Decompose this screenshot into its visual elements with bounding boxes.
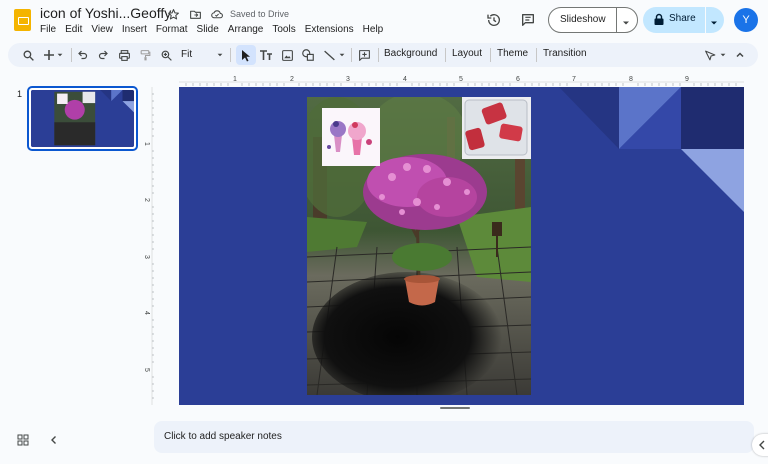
slide-thumbnail-preview	[31, 90, 134, 147]
document-title[interactable]: icon of Yoshi...Geoffy	[40, 5, 171, 21]
slide-canvas[interactable]	[179, 87, 744, 405]
move-folder-icon[interactable]	[188, 7, 202, 21]
menu-view[interactable]: View	[91, 23, 113, 36]
zoom-caret-icon[interactable]	[215, 47, 225, 63]
shape-icon[interactable]	[300, 47, 316, 63]
account-avatar[interactable]: Y	[734, 8, 758, 32]
speaker-notes-placeholder: Click to add speaker notes	[164, 431, 282, 442]
ruler-tick-label: 3	[346, 76, 350, 83]
share-divider	[705, 7, 706, 33]
menu-bar: File Edit View Insert Format Slide Arran…	[40, 23, 392, 36]
toolbar-divider	[445, 48, 446, 62]
background-button[interactable]: Background	[384, 48, 437, 59]
ruler-tick-label: 3	[143, 255, 150, 259]
toolbar-divider	[351, 48, 352, 62]
garden-photo[interactable]	[307, 97, 531, 395]
side-panel-chevron-icon	[759, 440, 765, 450]
share-button[interactable]: Share	[643, 7, 724, 33]
toolbar-divider	[71, 48, 72, 62]
add-comment-icon[interactable]	[356, 47, 372, 63]
pen-caret-icon[interactable]	[718, 47, 728, 63]
select-cursor-icon[interactable]	[238, 47, 254, 63]
toolbar-divider	[378, 48, 379, 62]
ruler-tick-label: 4	[143, 311, 150, 315]
menu-help[interactable]: Help	[363, 23, 384, 36]
vertical-ruler: 1 2 3 4 5	[142, 87, 154, 407]
slide-number: 1	[17, 89, 23, 99]
toolbar-divider	[536, 48, 537, 62]
slide-thumbnail[interactable]	[27, 86, 138, 151]
line-icon[interactable]	[321, 47, 337, 63]
paint-format-icon[interactable]	[137, 47, 153, 63]
ruler-tick-label: 1	[143, 142, 150, 146]
lock-icon	[653, 13, 665, 26]
toolbar-divider	[490, 48, 491, 62]
slideshow-button[interactable]: Slideshow	[548, 7, 638, 33]
layout-button[interactable]: Layout	[452, 48, 482, 59]
ruler-tick-label: 9	[685, 76, 689, 83]
menu-slide[interactable]: Slide	[197, 23, 219, 36]
side-panel-toggle[interactable]	[752, 434, 768, 456]
ruler-tick-label: 1	[233, 76, 237, 83]
star-icon[interactable]	[166, 7, 180, 21]
app-header: icon of Yoshi...Geoffy Saved to Drive Fi…	[0, 0, 768, 40]
slideshow-divider	[616, 8, 617, 32]
redo-icon[interactable]	[95, 47, 111, 63]
menu-tools[interactable]: Tools	[272, 23, 295, 36]
ruler-tick-label: 5	[143, 368, 150, 372]
menu-format[interactable]: Format	[156, 23, 188, 36]
transition-button[interactable]: Transition	[543, 48, 587, 59]
ruler-tick-label: 8	[629, 76, 633, 83]
zoom-icon[interactable]	[158, 47, 174, 63]
collapse-filmstrip-chevron-icon[interactable]	[48, 433, 60, 445]
ruler-tick-label: 7	[572, 76, 576, 83]
ruler-tick-label: 6	[516, 76, 520, 83]
undo-icon[interactable]	[75, 47, 91, 63]
slideshow-options-caret-icon[interactable]	[621, 15, 631, 25]
print-icon[interactable]	[116, 47, 132, 63]
grid-view-icon[interactable]	[17, 433, 29, 446]
saved-status: Saved to Drive	[230, 9, 290, 19]
text-box-icon[interactable]	[258, 47, 274, 63]
main-toolbar: Fit Background Layout Theme Transition	[8, 43, 758, 67]
share-label: Share	[669, 13, 696, 24]
horizontal-ruler: 1 2 3 4 5 6 7 8 9	[152, 73, 752, 87]
ruler-tick-label: 5	[459, 76, 463, 83]
ruler-tick-label: 2	[290, 76, 294, 83]
comments-icon[interactable]	[520, 12, 536, 28]
menu-file[interactable]: File	[40, 23, 56, 36]
header-actions: Slideshow Share Y	[478, 7, 768, 33]
toolbar-divider	[230, 48, 231, 62]
menu-arrange[interactable]: Arrange	[228, 23, 264, 36]
theme-button[interactable]: Theme	[497, 48, 528, 59]
pen-tool-icon[interactable]	[702, 47, 718, 63]
title-actions: Saved to Drive	[166, 7, 289, 21]
menu-edit[interactable]: Edit	[65, 23, 82, 36]
collapse-toolbar-chevron-icon[interactable]	[732, 47, 748, 63]
slideshow-label: Slideshow	[560, 14, 606, 25]
notes-resize-handle[interactable]	[440, 407, 470, 409]
menu-insert[interactable]: Insert	[122, 23, 147, 36]
zoom-value[interactable]: Fit	[181, 49, 192, 60]
slides-logo-icon[interactable]	[14, 9, 31, 31]
ruler-tick-label: 2	[143, 198, 150, 202]
share-options-caret-icon[interactable]	[709, 15, 719, 25]
insert-image-icon[interactable]	[279, 47, 295, 63]
line-caret-icon[interactable]	[337, 47, 347, 63]
cloud-saved-icon[interactable]	[210, 7, 224, 21]
speaker-notes[interactable]: Click to add speaker notes	[154, 421, 754, 453]
new-slide-caret-icon[interactable]	[55, 47, 65, 63]
search-menus-icon[interactable]	[20, 47, 36, 63]
version-history-icon[interactable]	[486, 12, 502, 28]
menu-extensions[interactable]: Extensions	[305, 23, 354, 36]
ruler-tick-label: 4	[403, 76, 407, 83]
